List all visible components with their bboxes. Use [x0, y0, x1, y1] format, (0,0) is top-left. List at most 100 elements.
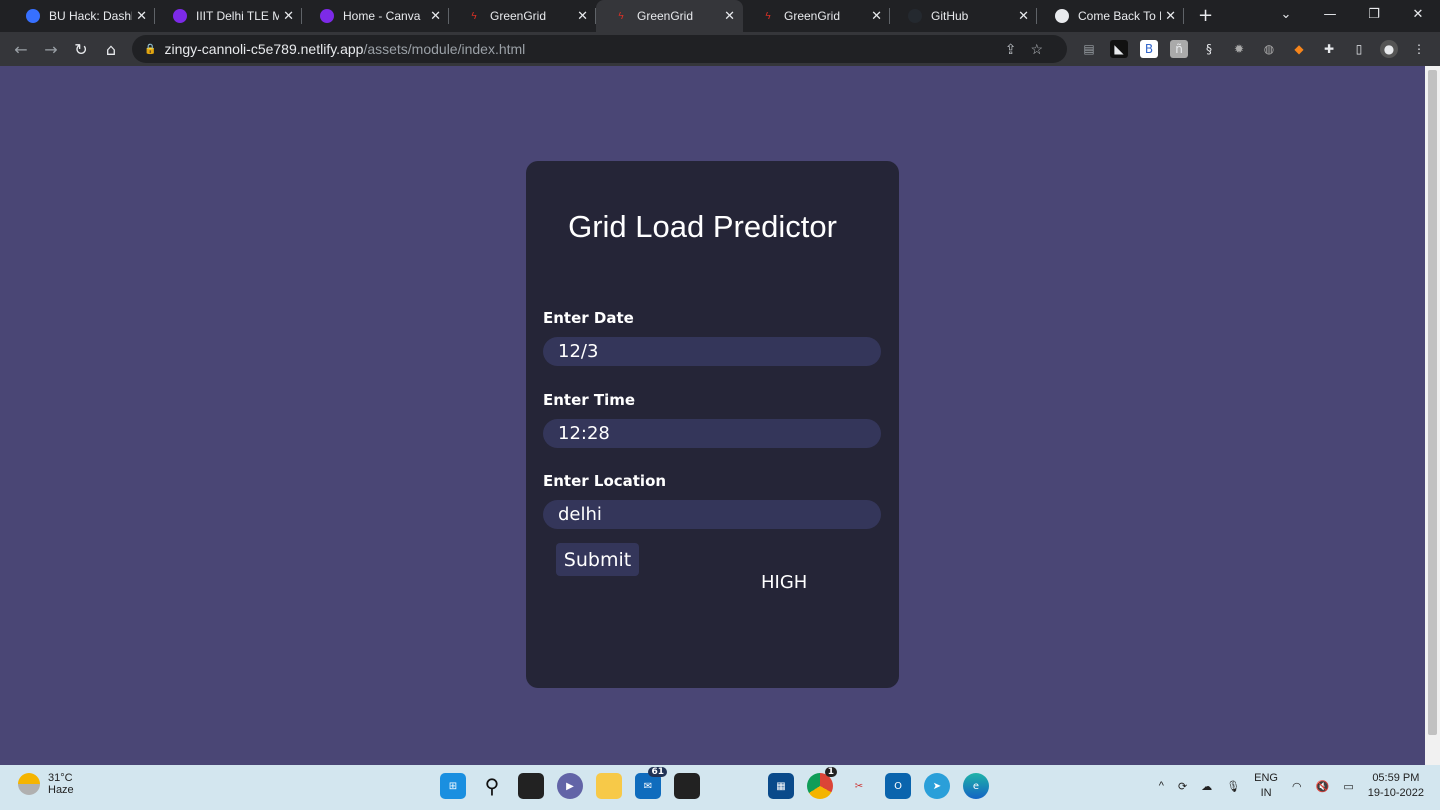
- date: 19-10-2022: [1367, 787, 1424, 799]
- tab-title: IIIT Delhi TLE Mas: [196, 9, 280, 23]
- canva-icon: [173, 9, 187, 23]
- weather-desc: Haze: [48, 784, 74, 796]
- microphone-icon[interactable]: 🎙: [1226, 780, 1240, 793]
- tab-title: BU Hack: Dashboard: [49, 9, 132, 23]
- close-tab-icon[interactable]: ✕: [724, 8, 735, 24]
- weather-temp: 31°C: [48, 772, 73, 784]
- extensions-puzzle-icon[interactable]: ✚: [1320, 40, 1338, 58]
- location-input[interactable]: [543, 500, 881, 529]
- share-icon[interactable]: ⇪: [1005, 41, 1031, 57]
- chrome-icon[interactable]: 1: [807, 767, 837, 799]
- extension-icon[interactable]: ▤: [1080, 40, 1098, 58]
- github-icon: [908, 9, 922, 23]
- address-bar[interactable]: 🔒 zingy-cannoli-c5e789.netlify.app/asset…: [132, 35, 1067, 63]
- telegram-icon[interactable]: ➤: [924, 773, 950, 799]
- snipping-tool-icon[interactable]: ✂: [846, 773, 872, 799]
- devfolio-icon: [26, 9, 40, 23]
- sync-icon[interactable]: ⟳: [1178, 780, 1187, 793]
- minimize-button[interactable]: —: [1308, 0, 1352, 32]
- close-tab-icon[interactable]: ✕: [430, 8, 441, 24]
- taskbar: 31°C Haze ⊞ ⚲ ▶ ✉ 61 ▦ 1 ✂ O ➤ e ^ ⟳ ☁ 🎙 E…: [0, 765, 1440, 810]
- tab-title: GitHub: [931, 9, 969, 23]
- extension-icon[interactable]: B: [1140, 40, 1158, 58]
- home-button[interactable]: ⌂: [96, 40, 126, 59]
- browser-tab[interactable]: Come Back To Po ✕: [1037, 0, 1184, 32]
- region: IN: [1260, 787, 1272, 799]
- tab-strip: BU Hack: Dashboard✕IIIT Delhi TLE Mas✕Ho…: [0, 0, 1440, 32]
- new-tab-button[interactable]: +: [1198, 5, 1213, 26]
- teams-chat-icon[interactable]: ▶: [557, 773, 583, 799]
- bolt-icon: ϟ: [618, 10, 624, 22]
- edge-icon[interactable]: e: [963, 773, 989, 799]
- extension-icon[interactable]: ✹: [1230, 40, 1248, 58]
- location-label: Enter Location: [543, 472, 667, 490]
- tab-search-icon[interactable]: ⌄: [1264, 0, 1308, 32]
- start-icon[interactable]: ⊞: [440, 773, 466, 799]
- close-tab-icon[interactable]: ✕: [1018, 8, 1029, 24]
- file-explorer-icon[interactable]: [596, 773, 622, 799]
- close-tab-icon[interactable]: ✕: [136, 8, 147, 24]
- forward-button[interactable]: →: [36, 40, 66, 59]
- bookmark-star-icon[interactable]: ☆: [1030, 41, 1057, 57]
- extension-icon[interactable]: §: [1200, 40, 1218, 58]
- menu-icon[interactable]: ⋮: [1410, 40, 1428, 58]
- extension-icon[interactable]: ñ: [1170, 40, 1188, 58]
- close-tab-icon[interactable]: ✕: [1165, 8, 1176, 24]
- globe-icon: [1055, 9, 1069, 23]
- store-icon[interactable]: ▦: [768, 773, 794, 799]
- clock[interactable]: 05:59 PM 19-10-2022: [1368, 771, 1424, 801]
- profile-avatar[interactable]: ●: [1380, 40, 1398, 58]
- time-label: Enter Time: [543, 391, 636, 409]
- weather-widget[interactable]: 31°C Haze: [18, 772, 74, 796]
- reload-button[interactable]: ↻: [66, 40, 96, 59]
- mail-icon[interactable]: ✉ 61: [635, 767, 667, 799]
- extension-icon[interactable]: ◍: [1260, 40, 1278, 58]
- prediction-result: HIGH: [761, 572, 808, 593]
- side-panel-icon[interactable]: ▯: [1350, 40, 1368, 58]
- browser-tab[interactable]: ϟ GreenGrid ✕: [449, 0, 596, 32]
- url-host: zingy-cannoli-c5e789.netlify.app: [164, 41, 364, 57]
- volume-muted-icon[interactable]: 🔇: [1316, 780, 1330, 793]
- date-input[interactable]: [543, 337, 881, 366]
- tab-title: GreenGrid: [784, 9, 841, 23]
- show-hidden-icons[interactable]: ^: [1159, 780, 1164, 792]
- tab-title: GreenGrid: [637, 9, 694, 23]
- date-label: Enter Date: [543, 309, 634, 327]
- close-tab-icon[interactable]: ✕: [577, 8, 588, 24]
- page-title: Grid Load Predictor: [568, 209, 837, 244]
- tab-title: Home - Canva: [343, 9, 421, 23]
- search-icon[interactable]: ⚲: [479, 773, 505, 799]
- browser-tab[interactable]: GitHub ✕: [890, 0, 1037, 32]
- url-path: /assets/module/index.html: [363, 41, 526, 57]
- lock-icon: 🔒: [144, 43, 157, 55]
- browser-tab[interactable]: IIIT Delhi TLE Mas✕: [155, 0, 302, 32]
- browser-tab[interactable]: BU Hack: Dashboard ✕: [8, 0, 155, 32]
- restore-button[interactable]: ❐: [1352, 0, 1396, 32]
- close-tab-icon[interactable]: ✕: [283, 8, 294, 24]
- submit-button[interactable]: Submit: [556, 543, 639, 576]
- tab-title: Come Back To Po: [1078, 9, 1161, 23]
- close-window-button[interactable]: ✕: [1396, 0, 1440, 32]
- tab-title: GreenGrid: [490, 9, 547, 23]
- extension-icon[interactable]: ◣: [1110, 40, 1128, 58]
- mail-badge: 61: [648, 767, 667, 777]
- language-indicator[interactable]: ENG IN: [1254, 771, 1278, 801]
- browser-tab[interactable]: ϟ GreenGrid ✕: [596, 0, 743, 32]
- bolt-icon: ϟ: [471, 10, 477, 22]
- browser-tab[interactable]: Home - Canva ✕: [302, 0, 449, 32]
- bolt-icon: ϟ: [765, 10, 771, 22]
- task-view-icon[interactable]: [518, 773, 544, 799]
- cloud-icon[interactable]: ☁: [1201, 780, 1212, 793]
- outlook-icon[interactable]: O: [885, 773, 911, 799]
- page-scrollbar[interactable]: [1425, 66, 1440, 765]
- browser-tab[interactable]: ϟ GreenGrid ✕: [743, 0, 890, 32]
- predictor-card: Grid Load Predictor Enter Date Enter Tim…: [526, 161, 899, 688]
- sticky-notes-icon[interactable]: [674, 773, 700, 799]
- wifi-icon[interactable]: ◠: [1292, 780, 1302, 793]
- close-tab-icon[interactable]: ✕: [871, 8, 882, 24]
- back-button[interactable]: ←: [6, 40, 36, 59]
- metamask-icon[interactable]: ◆: [1290, 40, 1308, 58]
- chrome-badge: 1: [824, 767, 837, 777]
- time-input[interactable]: [543, 419, 881, 448]
- battery-icon[interactable]: ▭: [1343, 780, 1353, 793]
